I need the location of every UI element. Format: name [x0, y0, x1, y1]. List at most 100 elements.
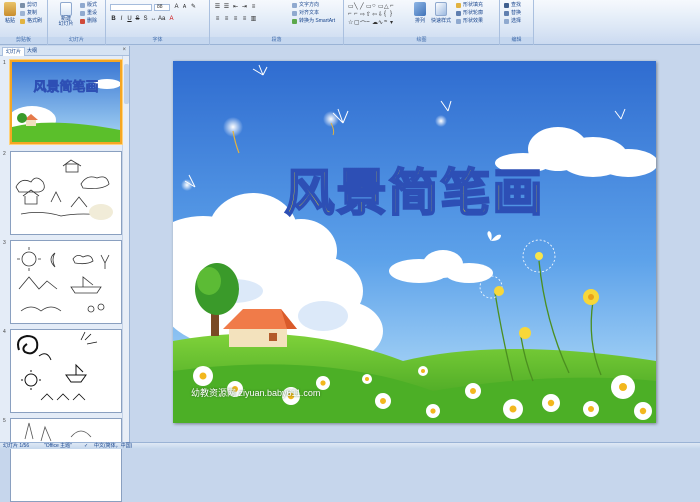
- find-button[interactable]: 查找: [504, 2, 521, 9]
- align-text-button[interactable]: 对齐文本: [292, 10, 319, 17]
- drawing-label: 绘图: [344, 37, 499, 44]
- strikethrough-button[interactable]: S: [134, 16, 141, 23]
- editing-label: 编辑: [500, 37, 533, 44]
- clipboard-group: 粘贴 剪切 复制 格式刷 剪贴板: [0, 0, 48, 45]
- thumbnail-2-image: [15, 159, 113, 220]
- slide-title[interactable]: 风景简笔画: [173, 153, 656, 225]
- shrink-font-button[interactable]: A: [181, 4, 188, 11]
- main-slide[interactable]: 风景简笔画 幼教资源网 ziyuan.baby611.com: [173, 61, 656, 423]
- bold-button[interactable]: B: [110, 16, 117, 23]
- thumbnail-number: 3: [3, 240, 6, 246]
- font-size-combo[interactable]: 88: [154, 4, 170, 11]
- slide-illustration: [173, 61, 656, 423]
- case-button[interactable]: Aa: [158, 16, 165, 23]
- decrease-indent-button[interactable]: ⇤: [232, 4, 239, 11]
- columns-button[interactable]: ▥: [250, 16, 257, 23]
- clear-format-button[interactable]: ✎: [190, 4, 197, 11]
- paragraph-label: 段落: [210, 37, 343, 44]
- layout-button[interactable]: 版式: [80, 2, 97, 9]
- slides-group: 新建 幻灯片 版式 重设 删除 幻灯片: [48, 0, 106, 45]
- text-direction-icon: [292, 3, 297, 8]
- replace-button[interactable]: 替换: [504, 10, 521, 17]
- thumbnail-1-title: 风景简笔画: [33, 80, 99, 96]
- thumbnail-slide-4[interactable]: [10, 329, 122, 413]
- text-direction-button[interactable]: 文字方向: [292, 2, 319, 9]
- fill-icon: [456, 3, 461, 8]
- numbering-button[interactable]: ☰: [223, 4, 230, 11]
- delete-icon: [80, 19, 85, 24]
- new-slide-button[interactable]: 新建 幻灯片: [57, 2, 75, 27]
- thumbnail-number: 1: [3, 60, 6, 66]
- thumbnail-number: 5: [3, 418, 6, 424]
- font-name-combo[interactable]: [110, 4, 152, 11]
- spellcheck-icon[interactable]: ✓: [84, 443, 88, 449]
- thumbnail-1-image: [12, 62, 120, 142]
- scroll-thumb[interactable]: [124, 64, 129, 104]
- tab-slides[interactable]: 幻灯片: [2, 47, 26, 56]
- thumbnail-slide-2[interactable]: [10, 151, 122, 235]
- shape-fill-button[interactable]: 形状填充: [456, 2, 483, 9]
- slides-pane: 幻灯片 大纲 × 1 风景简笔画 2 3 4 5: [0, 46, 130, 502]
- spacing-button[interactable]: ↔: [150, 16, 157, 23]
- paste-icon: [4, 2, 16, 16]
- drawing-group: ▭ ╲ ╱ ▭ ○ ▭ △ ⌐ ⌐ ⌐ ⇨ ⇧ ⇦ ⇩{} ☆ ▢ ⌒ ⌣ ☁ ∿ ≈ ▾ 排列 快速样式 形状填充 …: [344, 0, 500, 45]
- status-bar: 幻灯片 1/56 "Office 主题" ✓ 中文(简体，中国): [0, 442, 700, 449]
- select-button[interactable]: 选择: [504, 18, 521, 25]
- pane-scrollbar[interactable]: [122, 56, 129, 442]
- align-text-icon: [292, 11, 297, 16]
- align-center-button[interactable]: ≡: [223, 16, 230, 23]
- watermark-text: 幼教资源网 ziyuan.baby611.com: [191, 388, 321, 398]
- grow-font-button[interactable]: A: [173, 4, 180, 11]
- paste-button[interactable]: 粘贴: [2, 2, 18, 24]
- thumbnail-slide-5[interactable]: [10, 418, 122, 502]
- delete-slide-button[interactable]: 删除: [80, 18, 97, 25]
- bullets-button[interactable]: ☰: [214, 4, 221, 11]
- slide-editor: 风景简笔画 幼教资源网 ziyuan.baby611.com: [131, 46, 700, 442]
- underline-button[interactable]: U: [126, 16, 133, 23]
- outline-icon: [456, 11, 461, 16]
- smartart-button[interactable]: 转换为 SmartArt: [292, 18, 335, 25]
- smartart-icon: [292, 19, 297, 24]
- align-right-button[interactable]: ≡: [232, 16, 239, 23]
- font-color-button[interactable]: A: [168, 16, 175, 23]
- shape-effects-button[interactable]: 形状效果: [456, 18, 483, 25]
- language-indicator[interactable]: 中文(简体，中国): [94, 443, 132, 449]
- justify-button[interactable]: ≡: [241, 16, 248, 23]
- replace-icon: [504, 11, 509, 16]
- close-icon[interactable]: ×: [122, 47, 126, 53]
- quick-styles-button[interactable]: 快速样式: [430, 2, 452, 24]
- new-slide-icon: [60, 2, 72, 16]
- reset-button[interactable]: 重设: [80, 10, 97, 17]
- layout-icon: [80, 3, 85, 8]
- scissors-icon: [20, 3, 25, 8]
- shapes-gallery[interactable]: ▭ ╲ ╱ ▭ ○ ▭ △ ⌐ ⌐ ⌐ ⇨ ⇧ ⇦ ⇩{} ☆ ▢ ⌒ ⌣ ☁ ∿ ≈ ▾: [348, 3, 396, 28]
- clipboard-label: 剪贴板: [0, 37, 47, 44]
- thumbnail-slide-1[interactable]: 风景简笔画: [10, 60, 122, 144]
- italic-button[interactable]: I: [118, 16, 125, 23]
- brush-icon: [20, 19, 25, 24]
- arrange-icon: [414, 2, 426, 16]
- thumbnail-number: 2: [3, 151, 6, 157]
- reset-icon: [80, 11, 85, 16]
- format-painter-button[interactable]: 格式刷: [20, 18, 42, 25]
- pane-tabs: 幻灯片 大纲 ×: [0, 46, 129, 56]
- tab-outline[interactable]: 大纲: [24, 47, 40, 56]
- copy-button[interactable]: 复制: [20, 10, 37, 17]
- slide-counter: 幻灯片 1/56: [3, 443, 30, 449]
- shadow-button[interactable]: S: [142, 16, 149, 23]
- shape-outline-button[interactable]: 形状轮廓: [456, 10, 483, 17]
- theme-name: "Office 主题": [44, 443, 72, 449]
- align-left-button[interactable]: ≡: [214, 16, 221, 23]
- thumbnail-slide-3[interactable]: [10, 240, 122, 324]
- increase-indent-button[interactable]: ⇥: [241, 4, 248, 11]
- ribbon: 粘贴 剪切 复制 格式刷 剪贴板 新建 幻灯片 版式 重设 删除 幻灯片 88 …: [0, 0, 700, 45]
- cut-button[interactable]: 剪切: [20, 2, 37, 9]
- cursor-icon: [504, 19, 509, 24]
- thumbnail-number: 4: [3, 329, 6, 335]
- font-group: 88 A A ✎ B I U S S ↔ Aa A 字体: [106, 0, 210, 45]
- line-spacing-button[interactable]: ≡: [250, 4, 257, 11]
- effects-icon: [456, 19, 461, 24]
- arrange-button[interactable]: 排列: [412, 2, 428, 24]
- binoculars-icon: [504, 3, 509, 8]
- slides-label: 幻灯片: [48, 37, 105, 44]
